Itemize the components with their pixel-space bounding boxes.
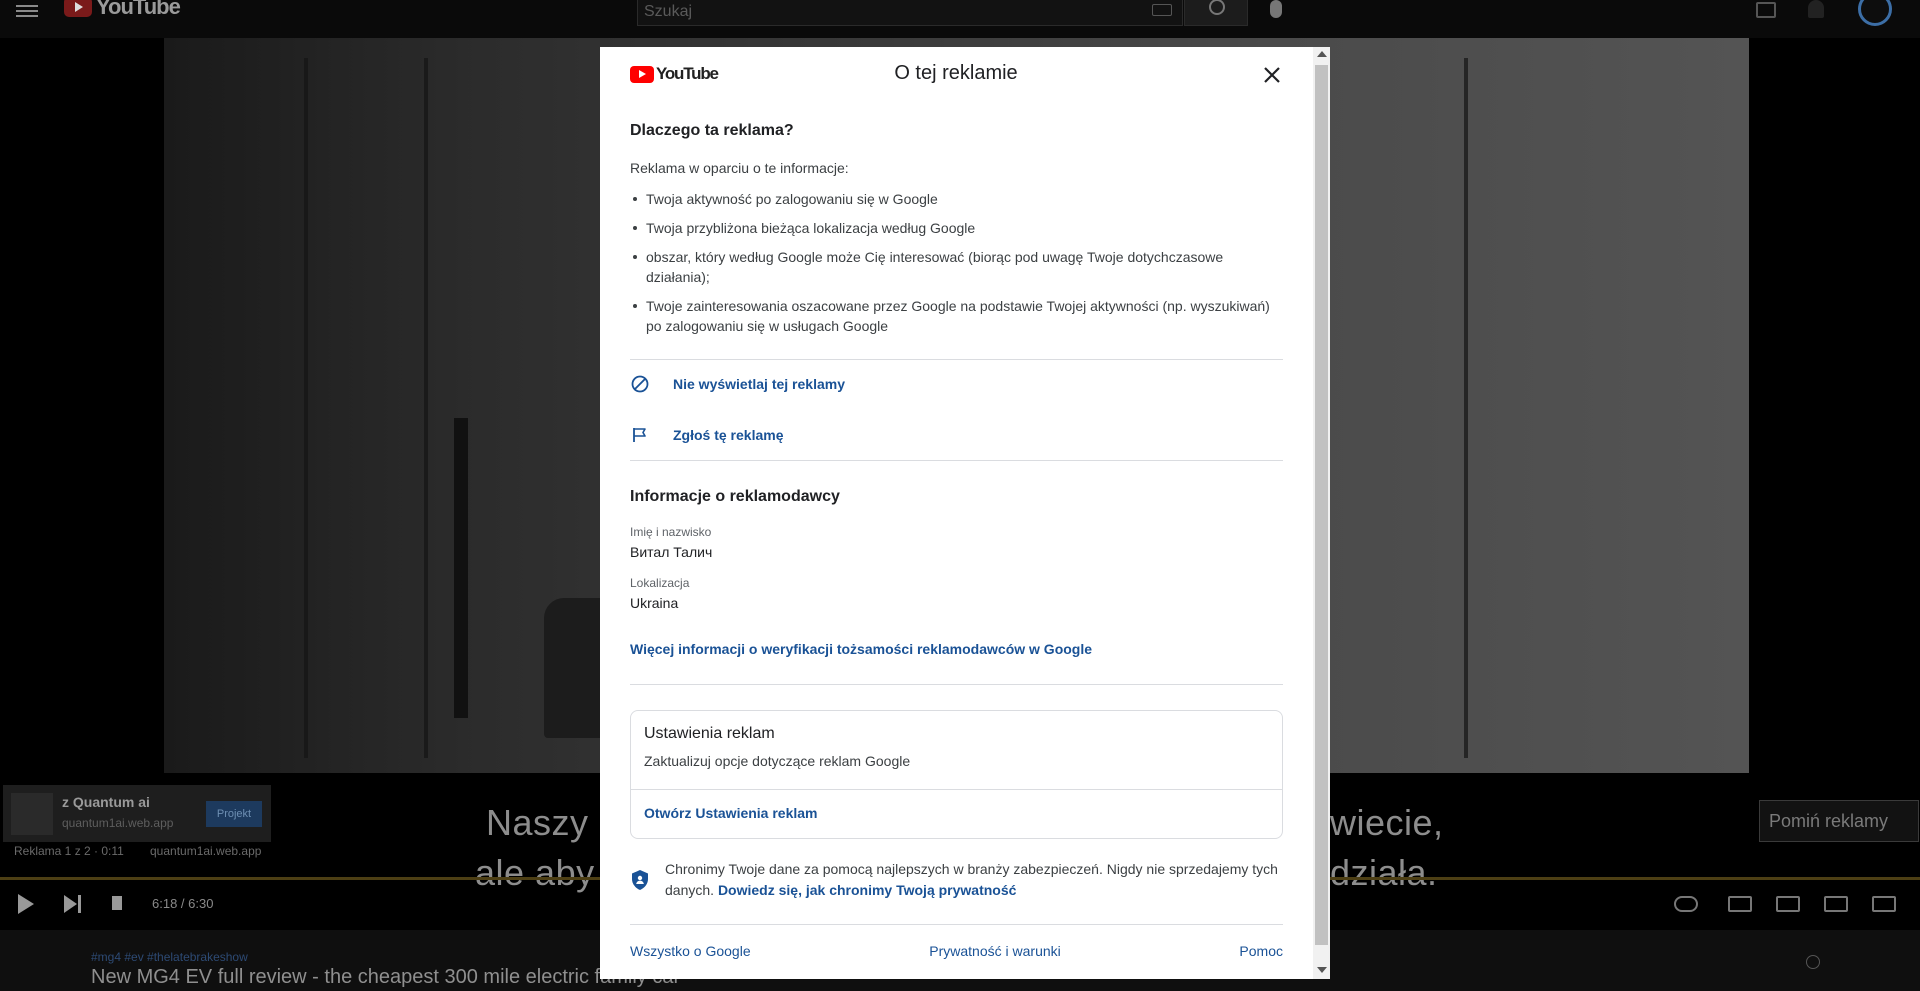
hide-ad-button[interactable]: Nie wyświetlaj tej reklamy [630, 366, 1283, 402]
block-icon [631, 375, 649, 393]
based-on-text: Reklama w oparciu o te informacje: [630, 160, 849, 176]
open-ad-settings-link[interactable]: Otwórz Ustawienia reklam [644, 805, 818, 821]
shield-icon [632, 870, 648, 890]
advertiser-name: Витал Талич [630, 544, 713, 560]
privacy-terms-link[interactable]: Prywatność i warunki [929, 943, 1061, 959]
reason-item: Twoja aktywność po zalogowaniu się w Goo… [630, 189, 1280, 209]
divider [630, 460, 1283, 461]
privacy-text: Chronimy Twoje dane za pomocą najlepszyc… [665, 859, 1283, 901]
report-ad-label: Zgłoś tę reklamę [673, 427, 784, 443]
reason-item: Twoja przybliżona bieżąca lokalizacja we… [630, 218, 1280, 238]
reasons-list: Twoja aktywność po zalogowaniu się w Goo… [630, 189, 1280, 345]
hide-ad-label: Nie wyświetlaj tej reklamy [673, 376, 845, 392]
scroll-up-icon[interactable] [1317, 51, 1327, 57]
divider [631, 789, 1282, 790]
dialog-footer: Wszystko o Google Prywatność i warunki P… [630, 943, 1283, 959]
why-heading: Dlaczego ta reklama? [630, 122, 794, 139]
divider [630, 924, 1283, 925]
privacy-learn-more-link[interactable]: Dowiedz się, jak chronimy Twoją prywatno… [718, 882, 1016, 898]
dialog-title: O tej reklamie [894, 62, 1018, 84]
location-label: Lokalizacja [630, 576, 690, 590]
verification-link[interactable]: Więcej informacji o weryfikacji tożsamoś… [630, 641, 1092, 657]
ad-settings-subtitle: Zaktualizuj opcje dotyczące reklam Googl… [644, 753, 911, 769]
scrollbar-thumb[interactable] [1315, 65, 1328, 945]
divider [630, 359, 1283, 360]
ad-settings-title: Ustawienia reklam [644, 725, 775, 742]
advertiser-location: Ukraina [630, 595, 679, 611]
close-icon[interactable] [1260, 63, 1284, 87]
reason-item: Twoje zainteresowania oszacowane przez G… [630, 296, 1280, 336]
about-google-link[interactable]: Wszystko o Google [630, 943, 751, 959]
dialog-scrollbar[interactable] [1313, 47, 1330, 979]
divider [630, 684, 1283, 685]
advertiser-heading: Informacje o reklamodawcy [630, 488, 840, 505]
scroll-down-icon[interactable] [1317, 967, 1327, 973]
name-label: Imię i nazwisko [630, 525, 712, 539]
about-this-ad-dialog: YouTube O tej reklamie Dlaczego ta rekla… [600, 47, 1330, 979]
help-link[interactable]: Pomoc [1239, 943, 1283, 959]
flag-icon [633, 428, 646, 442]
reason-item: obszar, który według Google może Cię int… [630, 247, 1280, 287]
ad-settings-card: Ustawienia reklam Zaktualizuj opcje doty… [630, 710, 1283, 839]
report-ad-button[interactable]: Zgłoś tę reklamę [630, 417, 1283, 453]
